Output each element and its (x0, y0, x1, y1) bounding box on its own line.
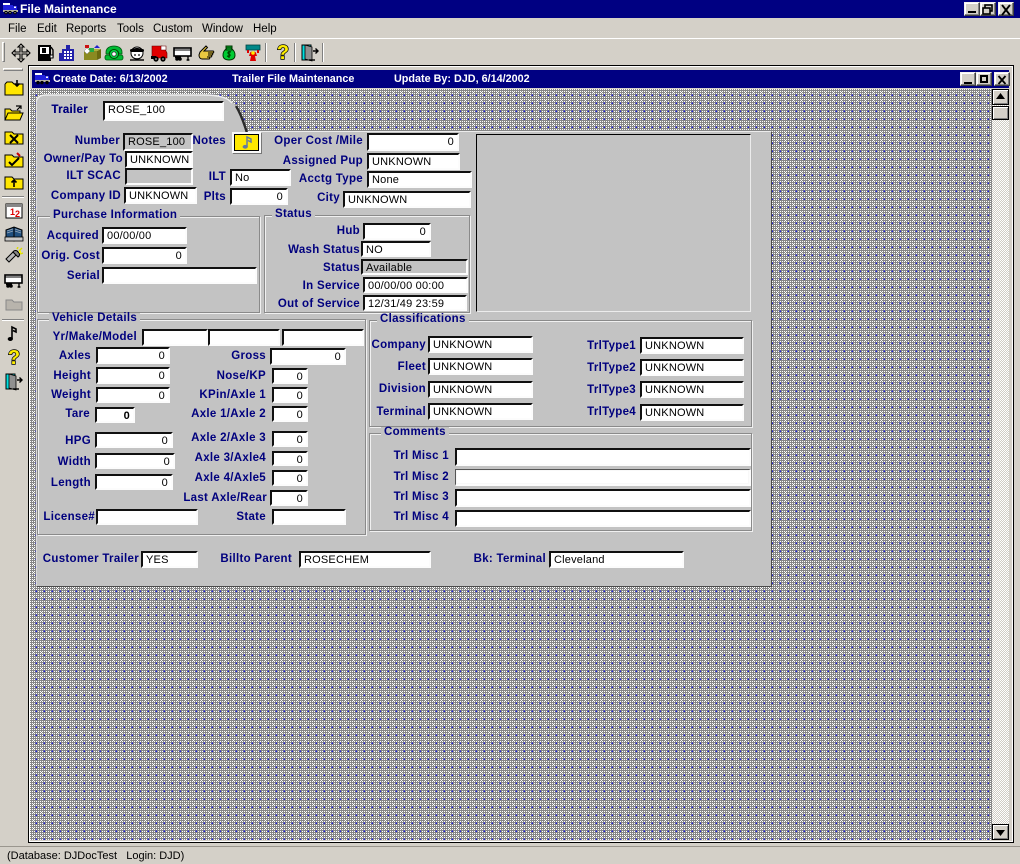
svg-text:?: ? (8, 347, 20, 367)
svg-text:?: ? (277, 42, 289, 62)
svg-text:2: 2 (15, 209, 20, 219)
